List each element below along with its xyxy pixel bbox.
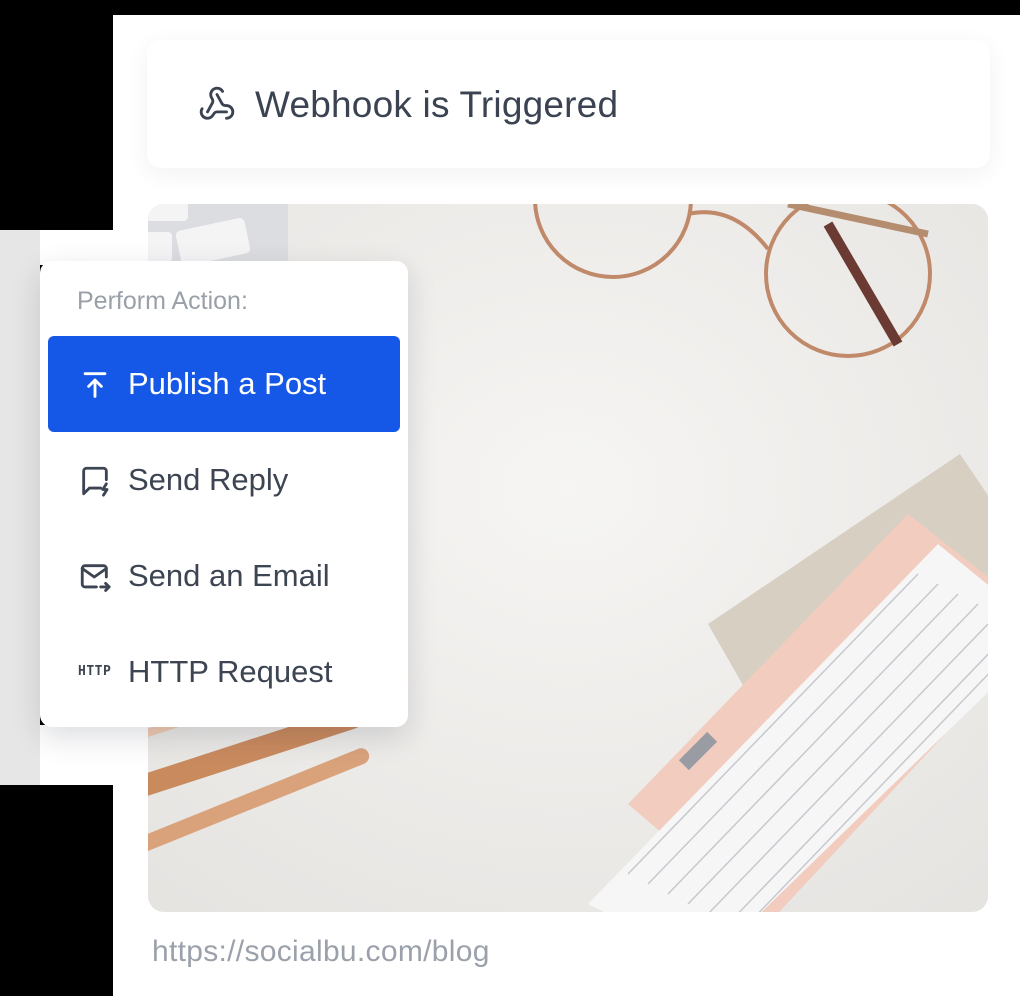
reply-icon [78,464,112,498]
action-menu: Perform Action: Publish a Post Send Repl… [40,261,408,727]
menu-item-label: Send an Email [128,558,330,593]
webhook-icon [198,85,236,128]
menu-item-publish-post[interactable]: Publish a Post [48,336,400,432]
background-fragment [0,230,40,785]
post-url[interactable]: https://socialbu.com/blog [152,935,490,969]
menu-item-send-reply[interactable]: Send Reply [48,432,400,528]
background-fragment [40,725,115,785]
email-send-icon [78,560,112,594]
menu-item-http-request[interactable]: HTTP HTTP Request [48,624,400,720]
background-fragment [40,230,115,265]
upload-icon [78,368,112,402]
menu-item-label: Publish a Post [128,366,327,401]
http-icon: HTTP [78,664,112,679]
menu-item-label: HTTP Request [128,654,333,689]
menu-item-label: Send Reply [128,462,289,497]
menu-item-send-email[interactable]: Send an Email [48,528,400,624]
trigger-title: Webhook is Triggered [255,84,619,125]
keyboard-decoration [148,204,288,266]
menu-title: Perform Action: [77,287,248,315]
